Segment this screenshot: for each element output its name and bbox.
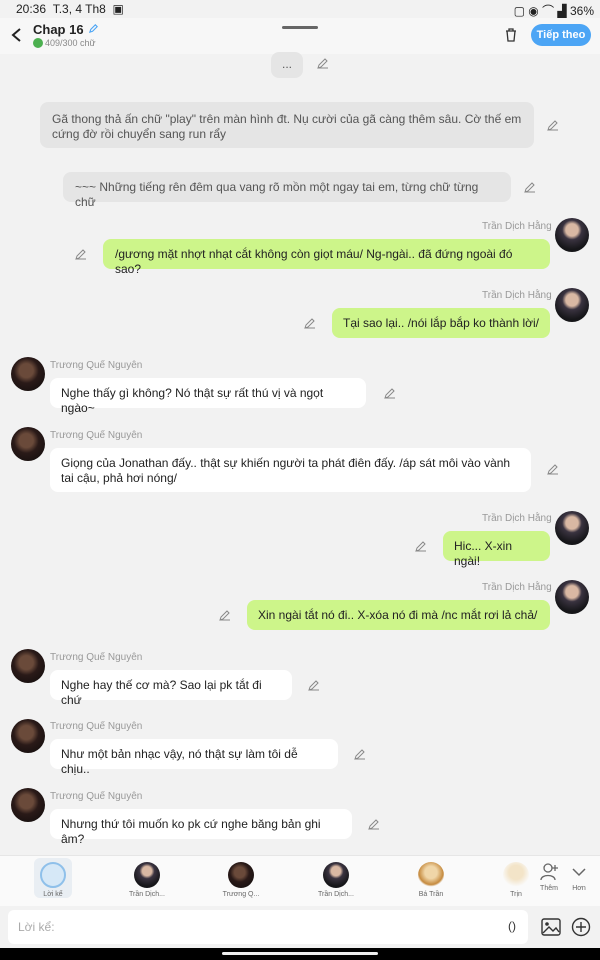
narrator-icon bbox=[40, 862, 66, 888]
message-bubble[interactable]: Nghe thấy gì không? Nó thật sự rất thú v… bbox=[50, 378, 366, 415]
message-input[interactable] bbox=[16, 916, 480, 938]
edit-pen-icon[interactable] bbox=[75, 248, 87, 260]
avatar[interactable] bbox=[555, 511, 589, 545]
character-name: Trương Quế Nguyên bbox=[50, 430, 143, 441]
avatar bbox=[228, 862, 254, 888]
home-indicator[interactable] bbox=[222, 952, 378, 955]
character-name: Trương Quế Nguyên bbox=[50, 652, 143, 663]
message-bubble[interactable]: Như một bản nhạc vậy, nó thật sự làm tôi… bbox=[50, 739, 338, 776]
character-name: Trần Dịch Hằng bbox=[482, 290, 552, 301]
character-name: Trương Quế Nguyên bbox=[50, 721, 143, 732]
trash-icon[interactable] bbox=[503, 27, 519, 43]
avatar[interactable] bbox=[11, 788, 45, 822]
avatar[interactable] bbox=[11, 719, 45, 753]
edit-pen-icon[interactable] bbox=[317, 57, 329, 69]
more-button[interactable]: Hơn bbox=[565, 858, 593, 892]
narration-bubble[interactable]: ~~~ Những tiếng rên đêm qua vang rõ mồn … bbox=[63, 172, 511, 209]
character-tran-dich-hang[interactable]: Trần Dịch... bbox=[117, 858, 177, 898]
word-count: 409/300 chữ bbox=[33, 38, 96, 48]
add-icon[interactable] bbox=[571, 917, 591, 937]
status-bar: 20:36 T.3, 4 Th8 ▣ ▢ ◉ ⌒ ▟ 36% bbox=[0, 0, 600, 18]
chevron-down-icon bbox=[572, 868, 586, 877]
avatar bbox=[323, 862, 349, 888]
avatar[interactable] bbox=[11, 649, 45, 683]
character-trinh[interactable]: Trịn bbox=[500, 858, 532, 898]
message-bubble[interactable]: Xin ngài tắt nó đi.. X-xóa nó đi mà /nc … bbox=[247, 600, 550, 630]
character-narrator[interactable]: Lời kể bbox=[34, 858, 72, 898]
drag-handle[interactable] bbox=[282, 26, 318, 29]
avatar[interactable] bbox=[555, 288, 589, 322]
message-input-box: () bbox=[8, 910, 528, 944]
character-name: Trương Quế Nguyên bbox=[50, 360, 143, 371]
chapter-title[interactable]: Chap 16 bbox=[33, 22, 99, 37]
system-nav-bar bbox=[0, 948, 600, 960]
avatar[interactable] bbox=[11, 427, 45, 461]
status-time: 20:36 T.3, 4 Th8 ▣ bbox=[16, 2, 124, 16]
edit-pen-icon[interactable] bbox=[547, 119, 559, 131]
paren-button[interactable]: () bbox=[508, 919, 516, 933]
message-bubble[interactable]: Nhưng thứ tôi muốn ko pk cứ nghe băng bả… bbox=[50, 809, 352, 846]
character-tran-dich-2[interactable]: Trần Dịch... bbox=[306, 858, 366, 898]
avatar bbox=[503, 862, 529, 888]
avatar[interactable] bbox=[555, 218, 589, 252]
edit-pen-icon[interactable] bbox=[219, 609, 231, 621]
character-selector: Lời kể Trần Dịch... Trương Q... Trần Dịc… bbox=[0, 855, 600, 906]
back-arrow-icon[interactable] bbox=[8, 26, 26, 44]
character-name: Trương Quế Nguyên bbox=[50, 791, 143, 802]
image-icon[interactable] bbox=[541, 918, 561, 936]
character-ba-tran[interactable]: Bá Trần bbox=[401, 858, 461, 898]
edit-pen-icon[interactable] bbox=[547, 463, 559, 475]
character-name: Trần Dịch Hằng bbox=[482, 582, 552, 593]
edit-pen-icon[interactable] bbox=[384, 387, 396, 399]
avatar bbox=[134, 862, 160, 888]
character-truong-que-nguyen[interactable]: Trương Q... bbox=[211, 858, 271, 898]
add-person-icon bbox=[540, 863, 558, 881]
next-button[interactable]: Tiếp theo bbox=[531, 24, 591, 46]
top-header: Chap 16 409/300 chữ Tiếp theo bbox=[0, 18, 600, 54]
narration-bubble[interactable]: Gã thong thả ấn chữ "play" trên màn hình… bbox=[40, 102, 534, 148]
edit-pen-icon[interactable] bbox=[415, 540, 427, 552]
status-right: ▢ ◉ ⌒ ▟ 36% bbox=[513, 4, 594, 18]
avatar bbox=[418, 862, 444, 888]
message-bubble[interactable]: /gương mặt nhợt nhạt cắt không còn giọt … bbox=[103, 239, 550, 276]
add-character-button[interactable]: Thêm bbox=[533, 858, 565, 892]
character-name: Trần Dịch Hằng bbox=[482, 221, 552, 232]
edit-pen-icon[interactable] bbox=[88, 22, 99, 37]
edit-pen-icon[interactable] bbox=[354, 748, 366, 760]
message-bubble[interactable]: Nghe hay thế cơ mà? Sao lại pk tắt đi ch… bbox=[50, 670, 292, 707]
message-bubble[interactable]: Giọng của Jonathan đấy.. thật sự khiến n… bbox=[50, 448, 531, 492]
check-icon bbox=[33, 38, 43, 48]
character-name: Trần Dịch Hằng bbox=[482, 513, 552, 524]
avatar[interactable] bbox=[11, 357, 45, 391]
edit-pen-icon[interactable] bbox=[524, 181, 536, 193]
avatar[interactable] bbox=[555, 580, 589, 614]
edit-pen-icon[interactable] bbox=[308, 679, 320, 691]
message-bubble[interactable]: Tại sao lại.. /nói lắp bắp ko thành lời/ bbox=[332, 308, 550, 338]
edit-pen-icon[interactable] bbox=[368, 818, 380, 830]
edit-pen-icon[interactable] bbox=[304, 317, 316, 329]
narration-bubble[interactable]: ... bbox=[271, 52, 303, 78]
input-bar: () bbox=[0, 906, 600, 948]
message-bubble[interactable]: Hic... X-xin ngài! bbox=[443, 531, 550, 568]
